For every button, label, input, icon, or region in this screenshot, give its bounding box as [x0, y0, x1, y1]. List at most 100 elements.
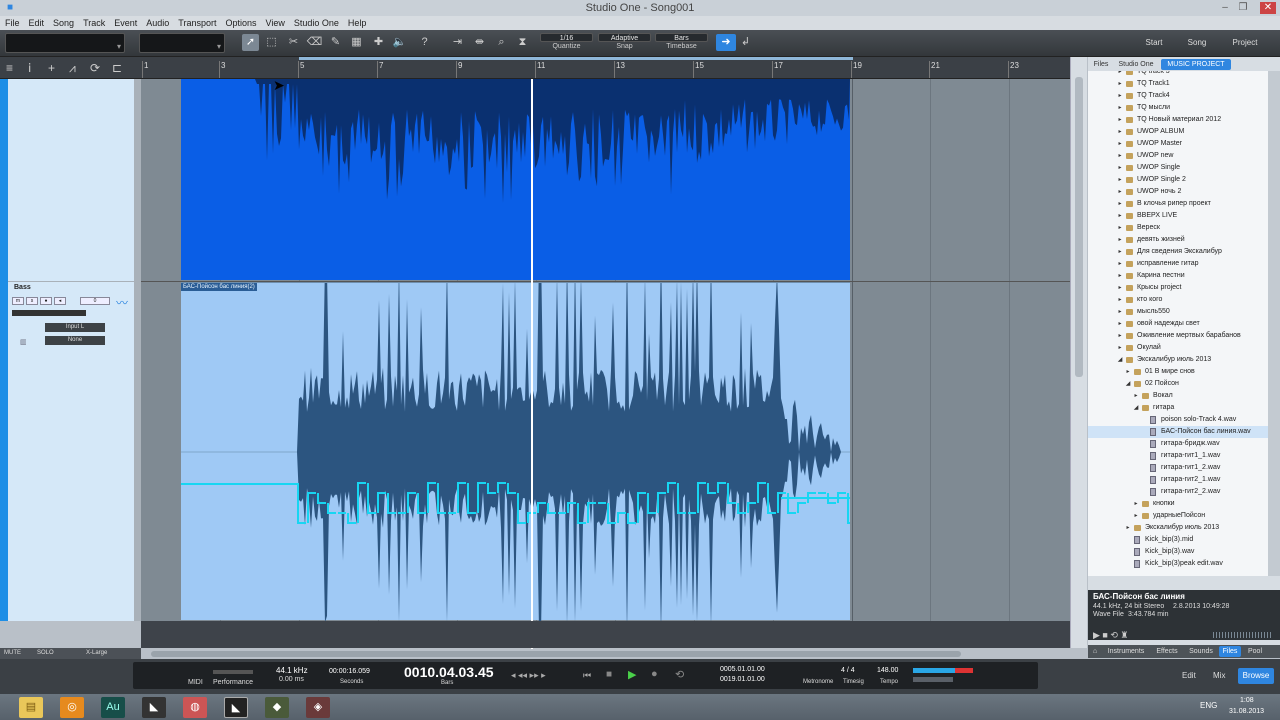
- browser-scrollbar[interactable]: [1268, 71, 1280, 576]
- expand-icon[interactable]: ▸: [1124, 366, 1132, 378]
- tree-item[interactable]: ▸ Оживление мертвых барабанов: [1088, 330, 1268, 342]
- expand-icon[interactable]: ▸: [1116, 222, 1124, 234]
- loop-range[interactable]: [299, 57, 853, 60]
- tree-item[interactable]: гитара-гит1_2.wav: [1088, 462, 1268, 474]
- zoom-icon[interactable]: ⌕: [493, 34, 510, 51]
- tree-item[interactable]: Kick_bip(3).wav: [1088, 546, 1268, 558]
- record-button[interactable]: ●: [40, 297, 52, 305]
- tree-item[interactable]: ◢ гитара: [1088, 402, 1268, 414]
- track-size-label[interactable]: X-Large: [86, 648, 107, 659]
- snap-grid-icon[interactable]: ⇼: [471, 34, 488, 51]
- expand-icon[interactable]: ▸: [1132, 510, 1140, 522]
- tab-sounds[interactable]: Sounds: [1185, 646, 1217, 657]
- rewind-icons[interactable]: ◂ ◂◂ ▸▸ ▸: [511, 670, 546, 681]
- tab-studio-one[interactable]: Studio One: [1115, 59, 1157, 70]
- solo-button[interactable]: s: [26, 297, 38, 305]
- clock-date[interactable]: 31.08.2013: [1229, 708, 1264, 715]
- loop-end[interactable]: 0019.01.01.00: [720, 676, 765, 683]
- track-header-bass[interactable]: Bass m s ● ◂ 0 〰 Input L ▥ None: [8, 282, 134, 621]
- tree-item[interactable]: ▸ Вереск: [1088, 222, 1268, 234]
- expand-icon[interactable]: ▸: [1116, 126, 1124, 138]
- play-icon[interactable]: ▶: [628, 668, 636, 681]
- minimize-icon[interactable]: –: [1219, 2, 1231, 14]
- browse-button[interactable]: Browse: [1238, 668, 1274, 684]
- tree-item[interactable]: Kick_bip(3)peak edit.wav: [1088, 558, 1268, 570]
- language-indicator[interactable]: ENG: [1200, 701, 1217, 710]
- playhead[interactable]: [531, 79, 533, 649]
- tree-item[interactable]: ▸ овой надежды свет: [1088, 318, 1268, 330]
- help-icon[interactable]: ?: [416, 34, 433, 51]
- tab-files[interactable]: Files: [1091, 59, 1111, 70]
- add-track-icon[interactable]: +: [48, 61, 55, 75]
- monitor-button[interactable]: ◂: [54, 297, 66, 305]
- follow-options-icon[interactable]: ↲: [737, 34, 754, 51]
- tab-effects[interactable]: Effects: [1151, 646, 1183, 657]
- tempo-value[interactable]: 148.00: [877, 667, 898, 674]
- seconds-display[interactable]: 00:00:16.059: [329, 668, 370, 675]
- app-icon-8[interactable]: ◈: [306, 697, 330, 718]
- expand-icon[interactable]: ▸: [1116, 138, 1124, 150]
- preview-volume[interactable]: [1213, 632, 1273, 638]
- tree-item[interactable]: ▸ TQ Новый материал 2012: [1088, 114, 1268, 126]
- studio-one-icon[interactable]: ◣: [142, 697, 166, 718]
- mute-tool-icon[interactable]: ▦: [348, 34, 365, 51]
- expand-icon[interactable]: ▸: [1116, 294, 1124, 306]
- tree-item[interactable]: ▸ TQ мысли: [1088, 102, 1268, 114]
- tree-item[interactable]: ▸ девять жизней: [1088, 234, 1268, 246]
- level-fader[interactable]: [12, 310, 86, 316]
- tree-item[interactable]: ▸ исправление гитар: [1088, 258, 1268, 270]
- expand-icon[interactable]: ▸: [1132, 390, 1140, 402]
- tree-item[interactable]: ▸ кнопки: [1088, 498, 1268, 510]
- tree-item[interactable]: ▸ TQ Track1: [1088, 78, 1268, 90]
- tree-item[interactable]: ▸ UWOP Single: [1088, 162, 1268, 174]
- tree-item[interactable]: ▸ мысль550: [1088, 306, 1268, 318]
- tab-files-bottom[interactable]: Files: [1219, 646, 1241, 657]
- track-header-1[interactable]: [8, 79, 134, 281]
- collapse-icon[interactable]: ◢: [1124, 378, 1132, 390]
- tree-item[interactable]: ▸ кто кого: [1088, 294, 1268, 306]
- tree-item[interactable]: гитара-гит1_1.wav: [1088, 450, 1268, 462]
- close-icon[interactable]: ✕: [1260, 2, 1276, 14]
- expand-icon[interactable]: ▸: [1116, 198, 1124, 210]
- bars-display[interactable]: 0010.04.03.45: [404, 664, 494, 680]
- expand-icon[interactable]: ▸: [1116, 330, 1124, 342]
- preset-dropdown-2[interactable]: [139, 33, 225, 53]
- solo-all-label[interactable]: SOLO: [37, 648, 54, 659]
- menu-edit[interactable]: Edit: [29, 16, 45, 30]
- studio-one-active-icon[interactable]: ◣: [224, 697, 248, 718]
- autoscroll-icon[interactable]: ⇥: [449, 34, 466, 51]
- stop-icon[interactable]: ■: [606, 669, 612, 680]
- tree-item[interactable]: poison solo-Track 4.wav: [1088, 414, 1268, 426]
- tree-item[interactable]: ▸ В клочья рипер проект: [1088, 198, 1268, 210]
- tree-item[interactable]: ▸ UWOP new: [1088, 150, 1268, 162]
- bend-tool-icon[interactable]: ✚: [370, 34, 387, 51]
- start-button[interactable]: Start: [1136, 35, 1172, 51]
- expand-icon[interactable]: ▸: [1116, 318, 1124, 330]
- tab-pool[interactable]: Pool: [1244, 646, 1266, 657]
- monitor-icon[interactable]: ⟳: [90, 61, 100, 75]
- collapse-icon[interactable]: ◢: [1132, 402, 1140, 414]
- loop-start[interactable]: 0005.01.01.00: [720, 666, 765, 673]
- home-icon[interactable]: ⌂: [1091, 646, 1099, 657]
- menu-options[interactable]: Options: [225, 16, 256, 30]
- timebase-box[interactable]: Bars Timebase: [655, 33, 708, 53]
- menu-file[interactable]: File: [5, 16, 20, 30]
- expand-icon[interactable]: ▸: [1124, 522, 1132, 534]
- project-button[interactable]: Project: [1226, 35, 1264, 51]
- eraser-tool-icon[interactable]: ⌫: [306, 34, 323, 51]
- tree-item[interactable]: ▸ UWOP ALBUM: [1088, 126, 1268, 138]
- split-tool-icon[interactable]: ✂: [285, 34, 302, 51]
- tree-item[interactable]: ▸ Для сведения Экскалибур: [1088, 246, 1268, 258]
- tree-item[interactable]: ▸ ударныеПойсон: [1088, 510, 1268, 522]
- vertical-scrollbar[interactable]: [1070, 57, 1087, 648]
- tab-instruments[interactable]: Instruments: [1103, 646, 1149, 657]
- inspector-icon[interactable]: ⅰ: [28, 61, 31, 75]
- menu-help[interactable]: Help: [348, 16, 367, 30]
- tree-item[interactable]: Kick_bip(3).mid: [1088, 534, 1268, 546]
- timesig-value[interactable]: 4 / 4: [841, 667, 855, 674]
- app-icon-7[interactable]: ◆: [265, 697, 289, 718]
- quantize-box[interactable]: 1/16 Quantize: [540, 33, 593, 53]
- audition-icon[interactable]: Au: [101, 697, 125, 718]
- preset-dropdown-1[interactable]: [5, 33, 125, 53]
- restore-icon[interactable]: ❐: [1237, 2, 1249, 14]
